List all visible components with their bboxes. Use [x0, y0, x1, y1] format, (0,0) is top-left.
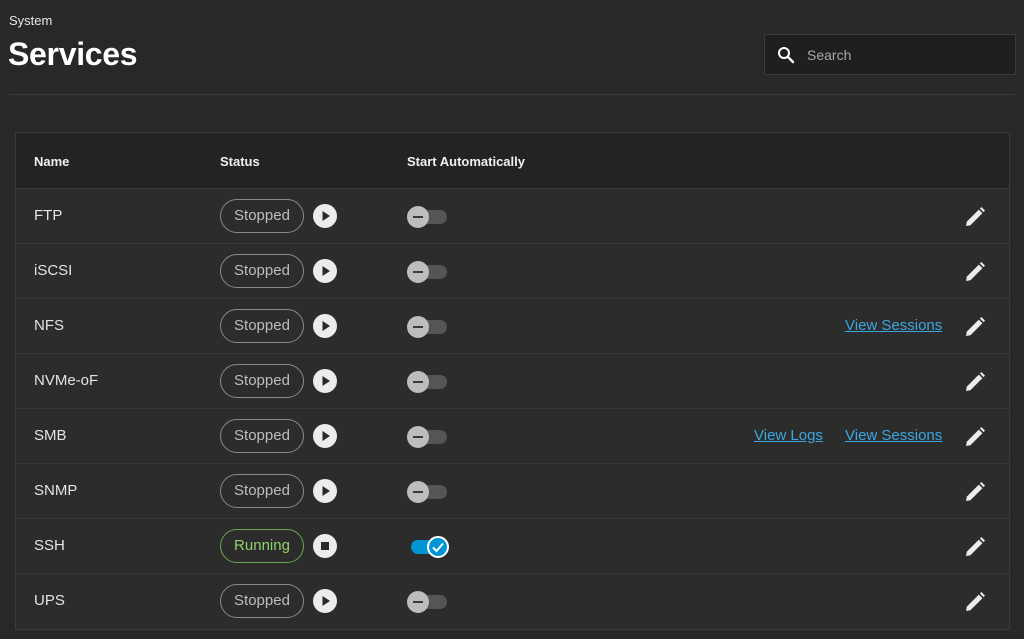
play-icon [322, 486, 330, 496]
edit-service-button[interactable] [963, 425, 987, 449]
pencil-icon [966, 482, 985, 501]
minus-icon [413, 601, 423, 603]
play-icon [322, 211, 330, 221]
minus-icon [413, 271, 423, 273]
toggle-thumb [407, 371, 429, 393]
start-service-button[interactable] [313, 314, 337, 338]
status-badge: Stopped [220, 474, 304, 508]
pencil-icon [966, 207, 985, 226]
service-name: NFS [34, 317, 64, 334]
pencil-icon [966, 427, 985, 446]
view-logs-link[interactable]: View Logs [754, 427, 823, 444]
start-automatically-toggle[interactable] [407, 371, 449, 393]
start-service-button[interactable] [313, 369, 337, 393]
edit-service-button[interactable] [963, 315, 987, 339]
service-name: NVMe-oF [34, 372, 99, 389]
start-service-button[interactable] [313, 204, 337, 228]
toggle-thumb [407, 206, 429, 228]
play-icon [322, 431, 330, 441]
header-divider [9, 94, 1015, 95]
toggle-thumb [407, 261, 429, 283]
table-row: FTP Stopped [16, 189, 1009, 244]
table-row: SNMP Stopped [16, 464, 1009, 519]
edit-service-button[interactable] [963, 535, 987, 559]
status-badge: Stopped [220, 584, 304, 618]
status-badge: Stopped [220, 419, 304, 453]
minus-icon [413, 491, 423, 493]
table-row: NVMe-oF Stopped [16, 354, 1009, 409]
edit-service-button[interactable] [963, 260, 987, 284]
start-automatically-toggle[interactable] [407, 261, 449, 283]
minus-icon [413, 216, 423, 218]
search-box[interactable] [764, 34, 1016, 75]
status-badge: Stopped [220, 364, 304, 398]
start-service-button[interactable] [313, 424, 337, 448]
status-badge: Stopped [220, 254, 304, 288]
toggle-thumb [407, 481, 429, 503]
page-header: System Services [0, 0, 1024, 95]
status-badge: Stopped [220, 309, 304, 343]
start-service-button[interactable] [313, 259, 337, 283]
edit-service-button[interactable] [963, 370, 987, 394]
toggle-thumb [407, 591, 429, 613]
table-row: UPS Stopped [16, 574, 1009, 629]
toggle-thumb [407, 316, 429, 338]
services-table: Name Status Start Automatically FTP Stopp… [15, 132, 1010, 630]
page-title: Services [8, 36, 138, 72]
stop-icon [321, 542, 329, 550]
pencil-icon [966, 317, 985, 336]
column-header-name[interactable]: Name [34, 154, 69, 169]
edit-service-button[interactable] [963, 590, 987, 614]
pencil-icon [966, 537, 985, 556]
start-service-button[interactable] [313, 479, 337, 503]
start-automatically-toggle[interactable] [407, 206, 449, 228]
table-row: SMB Stopped View Logs View Sessions [16, 409, 1009, 464]
status-badge: Running [220, 529, 304, 563]
edit-service-button[interactable] [963, 205, 987, 229]
column-header-start-automatically[interactable]: Start Automatically [407, 154, 525, 169]
play-icon [322, 266, 330, 276]
play-icon [322, 321, 330, 331]
table-header: Name Status Start Automatically [16, 133, 1009, 189]
service-name: SSH [34, 537, 65, 554]
minus-icon [413, 381, 423, 383]
minus-icon [413, 436, 423, 438]
breadcrumb[interactable]: System [9, 13, 52, 28]
check-icon [432, 542, 444, 553]
status-badge: Stopped [220, 199, 304, 233]
start-automatically-toggle[interactable] [407, 481, 449, 503]
start-automatically-toggle[interactable] [407, 316, 449, 338]
play-icon [322, 376, 330, 386]
service-name: SMB [34, 427, 67, 444]
search-icon [778, 47, 795, 64]
start-automatically-toggle[interactable] [407, 536, 449, 558]
start-service-button[interactable] [313, 589, 337, 613]
service-name: SNMP [34, 482, 78, 499]
pencil-icon [966, 262, 985, 281]
toggle-thumb [407, 426, 429, 448]
table-row: iSCSI Stopped [16, 244, 1009, 299]
view-sessions-link[interactable]: View Sessions [845, 427, 942, 444]
service-name: FTP [34, 207, 63, 224]
table-row: NFS Stopped View Sessions [16, 299, 1009, 354]
minus-icon [413, 326, 423, 328]
service-name: iSCSI [34, 262, 73, 279]
stop-service-button[interactable] [313, 534, 337, 558]
start-automatically-toggle[interactable] [407, 426, 449, 448]
service-name: UPS [34, 592, 65, 609]
toggle-thumb [427, 536, 449, 558]
column-header-status[interactable]: Status [220, 154, 260, 169]
view-sessions-link[interactable]: View Sessions [845, 317, 942, 334]
edit-service-button[interactable] [963, 480, 987, 504]
pencil-icon [966, 372, 985, 391]
search-input[interactable] [807, 44, 1007, 66]
play-icon [322, 596, 330, 606]
start-automatically-toggle[interactable] [407, 591, 449, 613]
pencil-icon [966, 592, 985, 611]
table-row: SSH Running [16, 519, 1009, 574]
